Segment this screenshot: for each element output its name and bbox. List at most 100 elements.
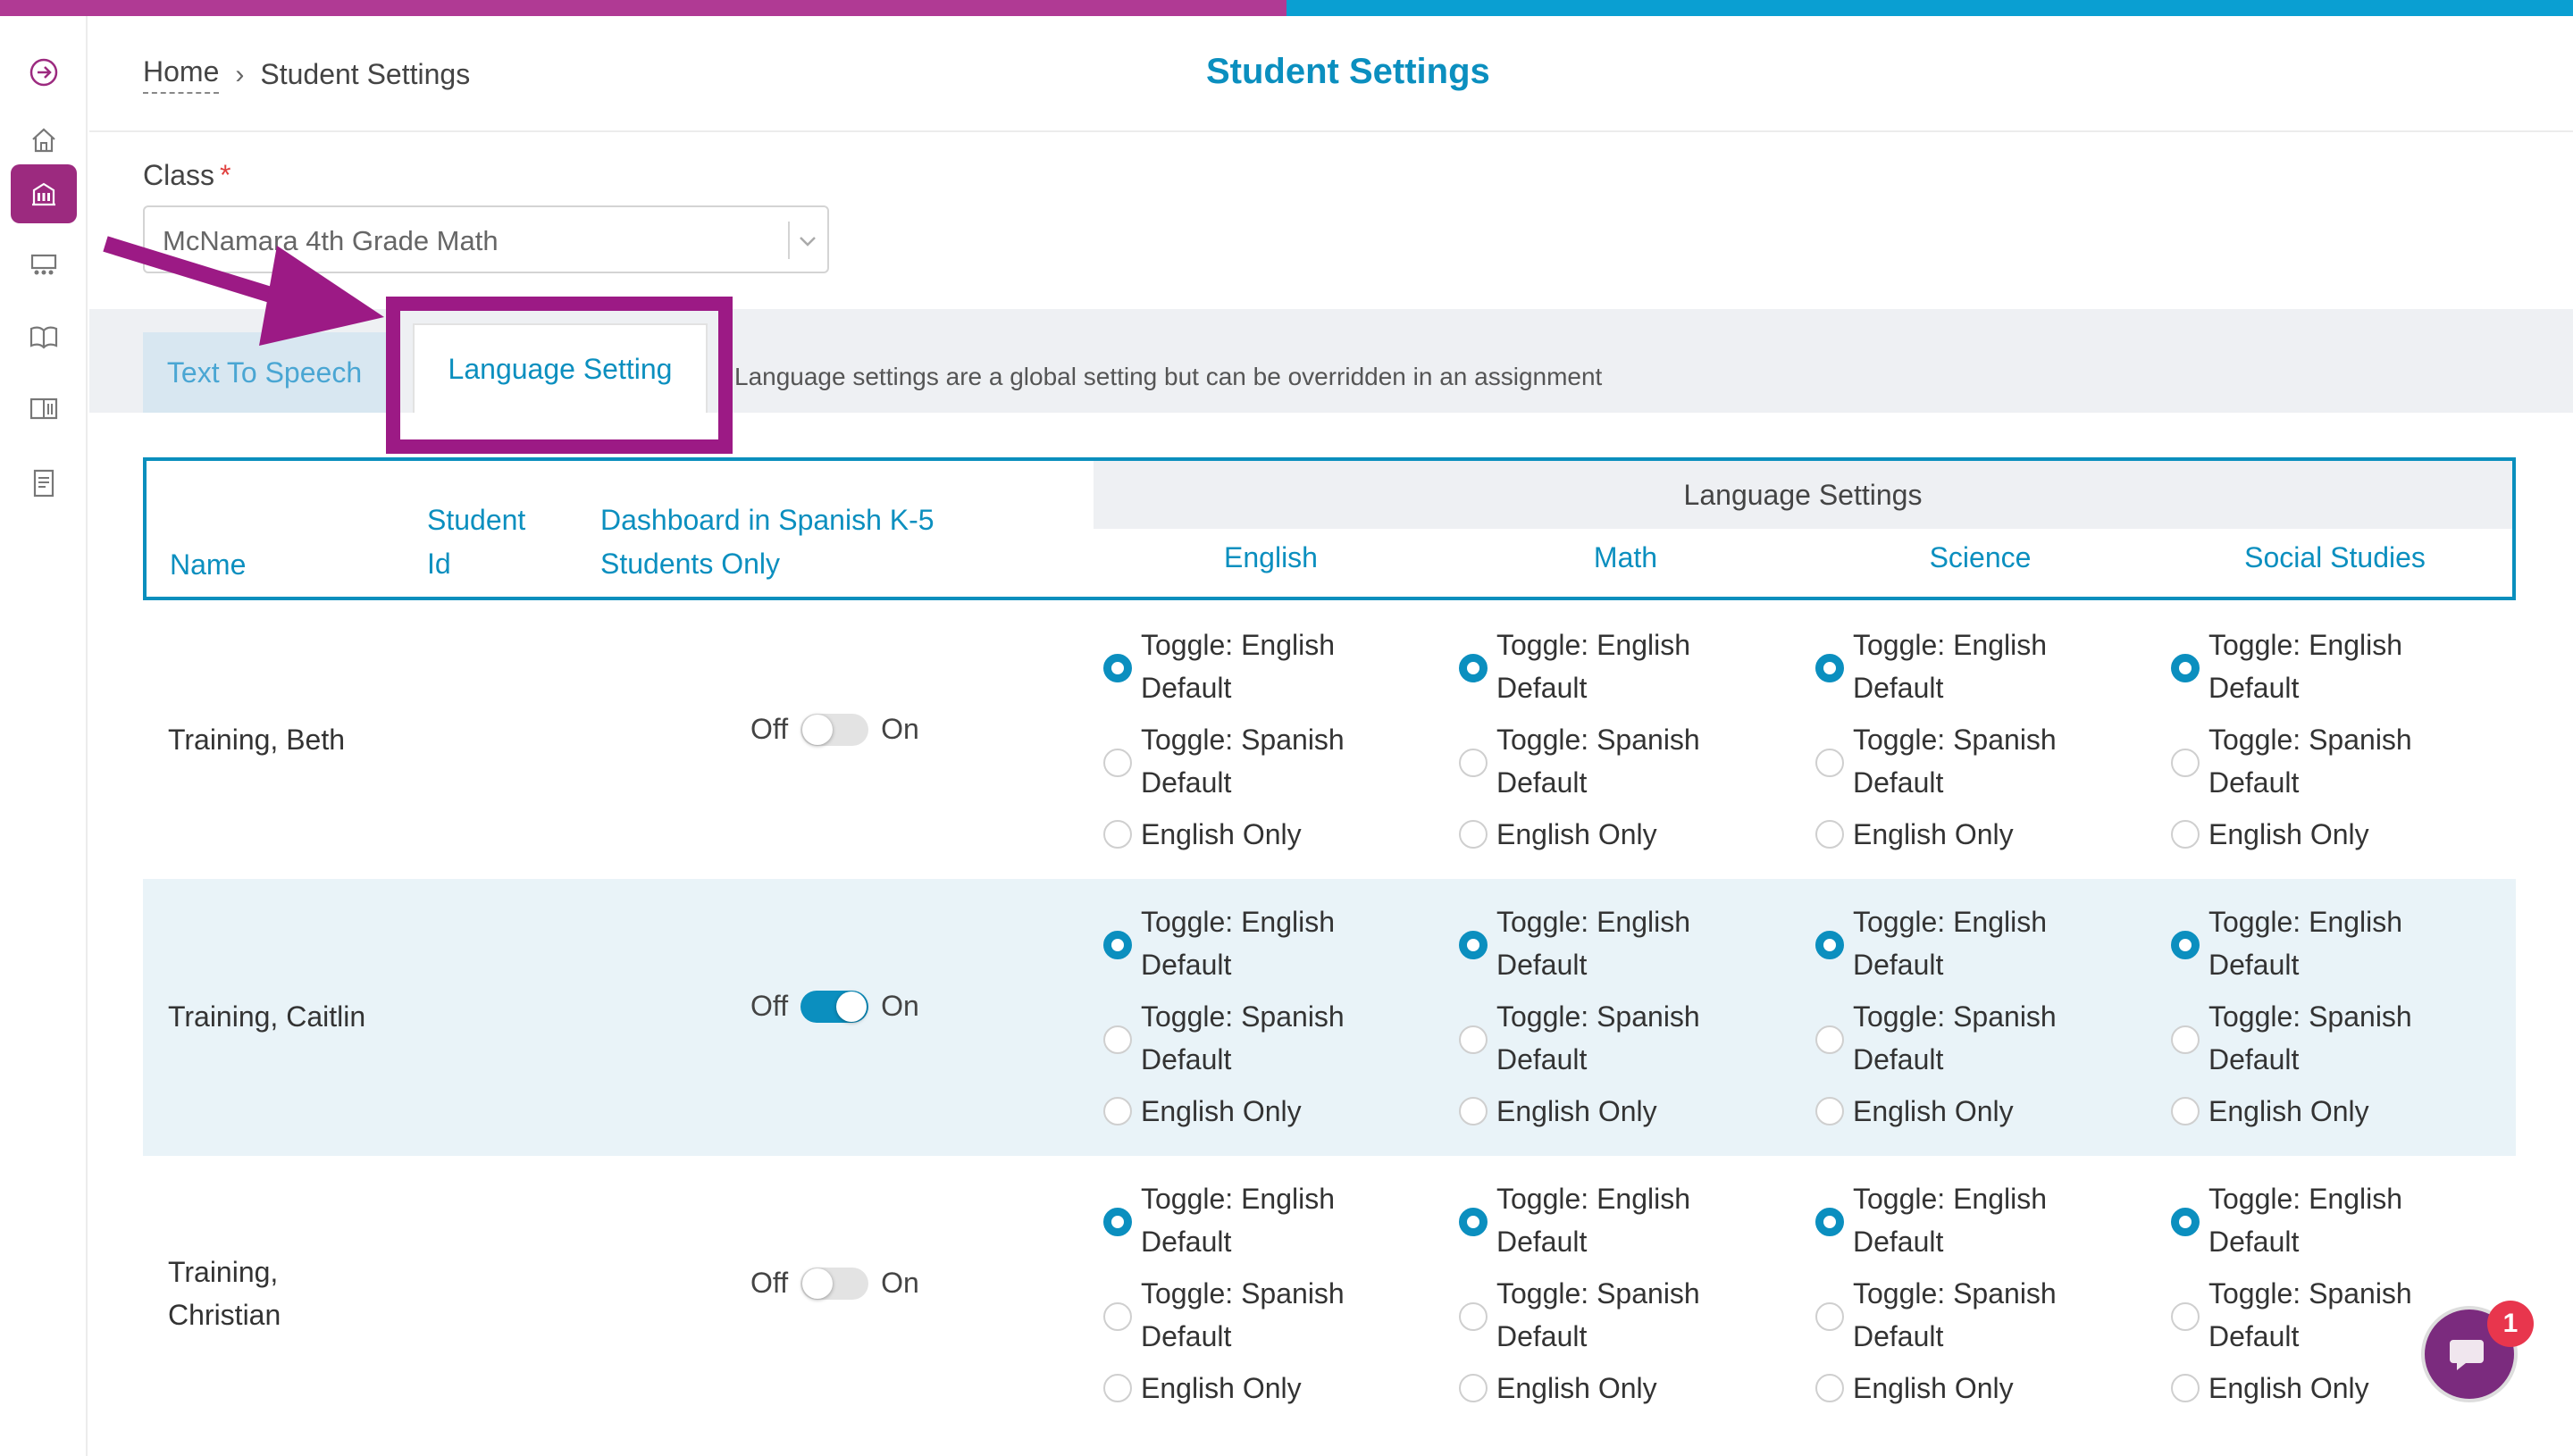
option-label: Toggle: English Default xyxy=(2208,1183,2403,1258)
radio-toggle-english-default[interactable] xyxy=(1103,931,1132,959)
school-icon[interactable] xyxy=(11,164,77,223)
option-label: Toggle: Spanish Default xyxy=(1141,1000,1345,1075)
radio-toggle-english-default[interactable] xyxy=(2171,654,2200,682)
dashboard-spanish-switch[interactable] xyxy=(800,1267,869,1300)
radio-toggle-spanish-default[interactable] xyxy=(1459,1025,1488,1054)
option-label: English Only xyxy=(2208,818,2369,850)
toggle-off-label: Off xyxy=(750,1267,789,1299)
radio-toggle-english-default[interactable] xyxy=(1815,654,1844,682)
radio-toggle-spanish-default[interactable] xyxy=(1815,1025,1844,1054)
header-subject-english: English xyxy=(1224,541,1318,573)
chat-notification-badge: 1 xyxy=(2487,1301,2534,1347)
option-label: Toggle: Spanish Default xyxy=(1853,724,2057,799)
header-subject-social-studies: Social Studies xyxy=(2244,541,2426,573)
radio-toggle-spanish-default[interactable] xyxy=(1103,1025,1132,1054)
dashboard-spanish-switch[interactable] xyxy=(800,990,869,1023)
radio-english-only[interactable] xyxy=(2171,1097,2200,1125)
radio-toggle-spanish-default[interactable] xyxy=(1815,749,1844,777)
option-label: Toggle: English Default xyxy=(1141,906,1336,981)
class-label: Class * xyxy=(143,159,231,191)
option-label: Toggle: English Default xyxy=(1853,629,2048,704)
classroom-icon[interactable] xyxy=(11,236,77,295)
option-label: Toggle: English Default xyxy=(1853,906,2048,981)
report-icon[interactable] xyxy=(11,454,77,513)
home-icon[interactable] xyxy=(11,111,77,170)
radio-toggle-spanish-default[interactable] xyxy=(1459,749,1488,777)
radio-english-only[interactable] xyxy=(1459,1097,1488,1125)
option-label: English Only xyxy=(1853,818,2014,850)
table-row: Training, Beth Off On Toggle: English Def… xyxy=(143,602,2516,879)
select-divider xyxy=(788,222,790,259)
radio-toggle-english-default[interactable] xyxy=(1459,931,1488,959)
radio-toggle-english-default[interactable] xyxy=(1815,931,1844,959)
dashboard-toggle: Off On xyxy=(750,990,919,1023)
toggle-off-label: Off xyxy=(750,713,789,745)
radio-group-social-studies: Toggle: English Default Toggle: Spanish De… xyxy=(2171,602,2526,879)
radio-english-only[interactable] xyxy=(1815,1097,1844,1125)
radio-group-english: Toggle: English Default Toggle: Spanish De… xyxy=(1103,602,1458,879)
radio-toggle-spanish-default[interactable] xyxy=(1459,1302,1488,1331)
option-label: English Only xyxy=(1141,1372,1302,1404)
radio-english-only[interactable] xyxy=(1459,820,1488,849)
radio-toggle-spanish-default[interactable] xyxy=(2171,749,2200,777)
header-subject-math: Math xyxy=(1593,541,1658,573)
radio-toggle-english-default[interactable] xyxy=(1815,1208,1844,1236)
breadcrumb: Home › Student Settings xyxy=(143,55,470,94)
chat-icon xyxy=(2450,1340,2484,1370)
radio-group-math: Toggle: English Default Toggle: Spanish De… xyxy=(1459,1156,1814,1433)
radio-toggle-spanish-default[interactable] xyxy=(2171,1025,2200,1054)
dashboard-toggle: Off On xyxy=(750,713,919,746)
option-label: Toggle: Spanish Default xyxy=(1853,1000,2057,1075)
breadcrumb-home-link[interactable]: Home xyxy=(143,55,220,94)
chevron-down-icon[interactable] xyxy=(793,223,822,259)
option-label: Toggle: English Default xyxy=(1496,906,1691,981)
radio-english-only[interactable] xyxy=(1103,820,1132,849)
library-icon[interactable] xyxy=(11,379,77,438)
expand-icon[interactable] xyxy=(11,43,77,102)
radio-english-only[interactable] xyxy=(1103,1097,1132,1125)
radio-english-only[interactable] xyxy=(2171,820,2200,849)
radio-english-only[interactable] xyxy=(1103,1374,1132,1402)
option-label: Toggle: English Default xyxy=(2208,629,2403,704)
radio-group-science: Toggle: English Default Toggle: Spanish De… xyxy=(1815,602,2170,879)
page-header: Home › Student Settings Student Settings xyxy=(89,16,2573,132)
header-subject-science: Science xyxy=(1929,541,2032,573)
radio-toggle-english-default[interactable] xyxy=(1459,654,1488,682)
dashboard-spanish-switch[interactable] xyxy=(800,713,869,746)
radio-toggle-english-default[interactable] xyxy=(1459,1208,1488,1236)
radio-toggle-english-default[interactable] xyxy=(1103,654,1132,682)
radio-english-only[interactable] xyxy=(1459,1374,1488,1402)
radio-toggle-spanish-default[interactable] xyxy=(1815,1302,1844,1331)
dashboard-toggle: Off On xyxy=(750,1267,919,1300)
toggle-on-label: On xyxy=(881,713,919,745)
toggle-on-label: On xyxy=(881,990,919,1022)
radio-english-only[interactable] xyxy=(1815,820,1844,849)
radio-toggle-english-default[interactable] xyxy=(1103,1208,1132,1236)
radio-group-math: Toggle: English Default Toggle: Spanish De… xyxy=(1459,602,1814,879)
radio-group-social-studies: Toggle: English Default Toggle: Spanish De… xyxy=(2171,879,2526,1156)
radio-group-math: Toggle: English Default Toggle: Spanish De… xyxy=(1459,879,1814,1156)
option-label: English Only xyxy=(1496,818,1657,850)
radio-toggle-spanish-default[interactable] xyxy=(1103,749,1132,777)
toggle-off-label: Off xyxy=(750,990,789,1022)
radio-toggle-spanish-default[interactable] xyxy=(1103,1302,1132,1331)
book-icon[interactable] xyxy=(11,307,77,366)
option-label: Toggle: Spanish Default xyxy=(1496,1000,1700,1075)
annotation-highlight-box xyxy=(386,297,733,454)
radio-english-only[interactable] xyxy=(2171,1374,2200,1402)
option-label: Toggle: Spanish Default xyxy=(2208,724,2412,799)
radio-toggle-spanish-default[interactable] xyxy=(2171,1302,2200,1331)
table-row: Training, Christian Off On Toggle: Englis… xyxy=(143,1156,2516,1433)
option-label: English Only xyxy=(1141,818,1302,850)
option-label: English Only xyxy=(2208,1095,2369,1127)
option-label: English Only xyxy=(1496,1095,1657,1127)
header-name: Name xyxy=(170,548,247,581)
option-label: English Only xyxy=(1853,1095,2014,1127)
header-language-settings: Language Settings xyxy=(1094,461,2512,529)
radio-toggle-english-default[interactable] xyxy=(2171,1208,2200,1236)
page-title: Student Settings xyxy=(1206,52,1490,91)
student-name: Training, Beth xyxy=(168,724,346,756)
option-label: Toggle: Spanish Default xyxy=(1496,724,1700,799)
radio-toggle-english-default[interactable] xyxy=(2171,931,2200,959)
radio-english-only[interactable] xyxy=(1815,1374,1844,1402)
